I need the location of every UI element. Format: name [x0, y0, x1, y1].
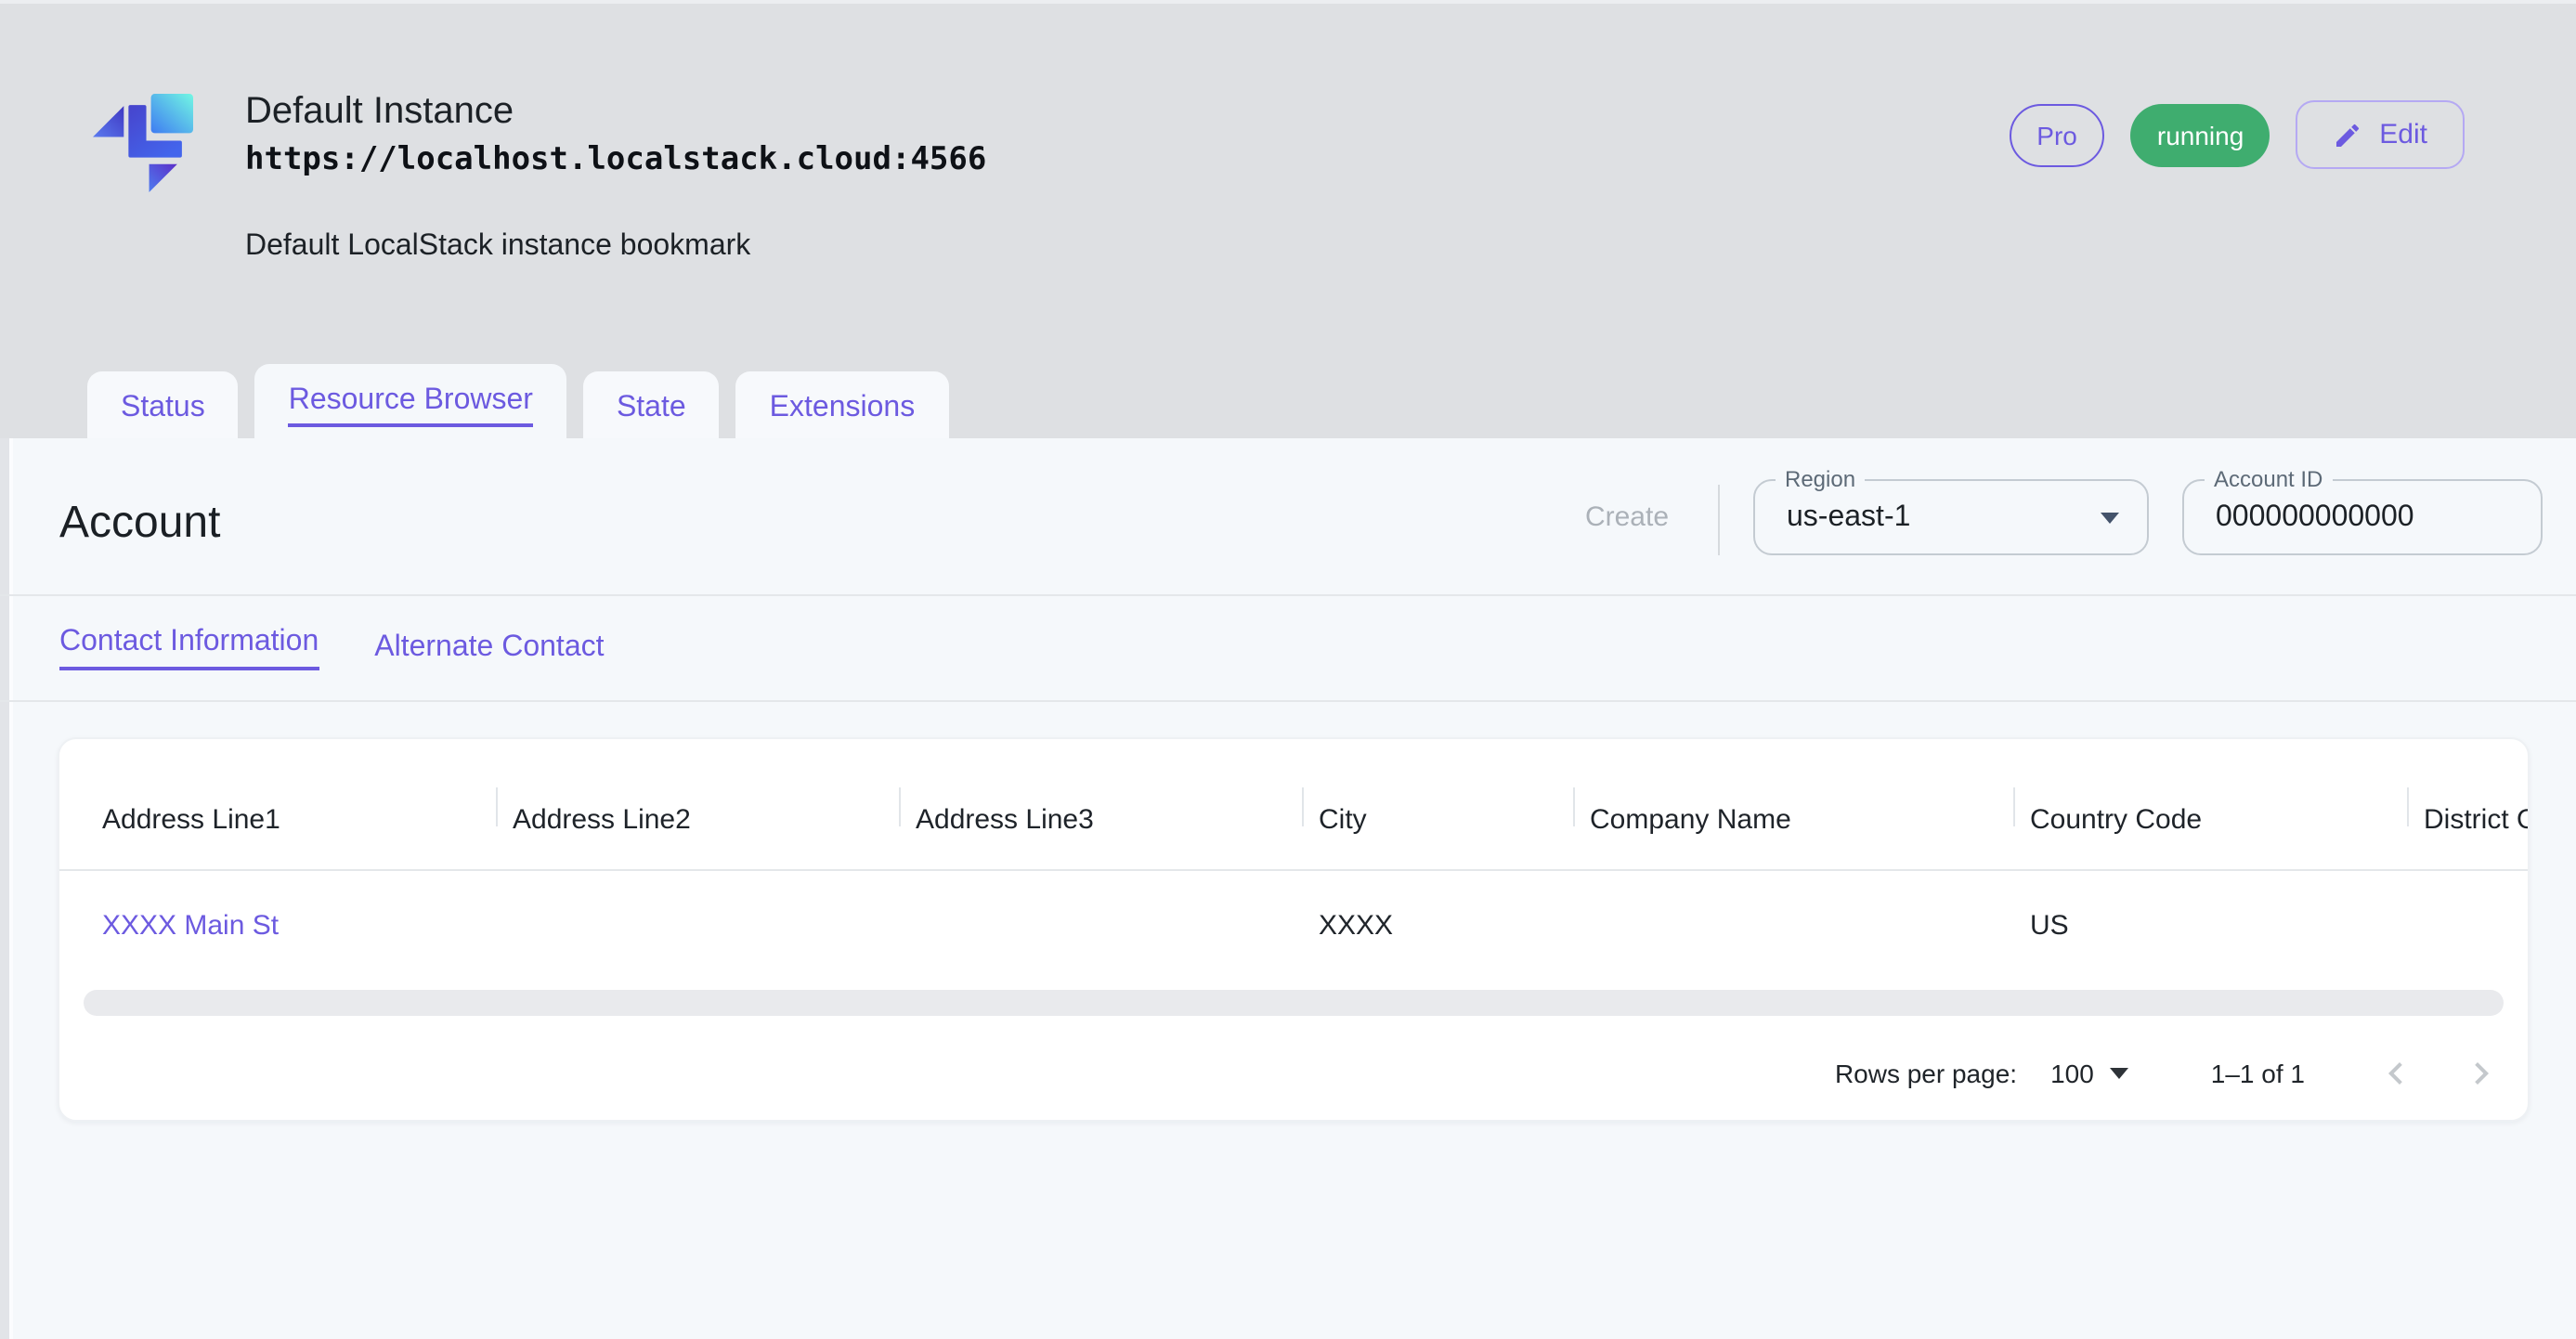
account-id-field-wrap: Account ID [2182, 479, 2543, 555]
cell-address-line3 [899, 871, 1302, 979]
pro-badge: Pro [2009, 103, 2105, 166]
rows-per-page-select[interactable]: 100 [2050, 1058, 2129, 1087]
column-header-address-line2[interactable]: Address Line2 [496, 739, 899, 869]
horizontal-scrollbar[interactable] [84, 990, 2504, 1016]
column-header-city[interactable]: City [1302, 739, 1573, 869]
previous-page-button[interactable] [2364, 1041, 2427, 1104]
column-header-country-code[interactable]: Country Code [2013, 739, 2407, 869]
pagination-range-label: 1–1 of 1 [2211, 1058, 2305, 1087]
subtab-alternate-contact[interactable]: Alternate Contact [374, 631, 604, 665]
chevron-right-icon [2459, 1050, 2504, 1095]
header-actions: Pro running Edit [2009, 100, 2465, 169]
tab-extensions[interactable]: Extensions [736, 371, 949, 446]
pencil-icon [2333, 120, 2362, 150]
rows-per-page-value: 100 [2050, 1058, 2094, 1087]
subtab-contact-information[interactable]: Contact Information [59, 626, 319, 670]
edit-button[interactable]: Edit [2296, 100, 2465, 169]
chevron-left-icon [2374, 1050, 2418, 1095]
resource-subtabs: Contact Information Alternate Contact [0, 596, 2576, 702]
instance-url: https://localhost.localstack.cloud:4566 [245, 137, 986, 182]
account-id-input[interactable] [2216, 500, 2541, 534]
column-header-company-name[interactable]: Company Name [1573, 739, 2013, 869]
main-tabs: Status Resource Browser State Extensions [87, 364, 948, 446]
pagination-bar: Rows per page: 100 1–1 of 1 [59, 1025, 2528, 1120]
cell-address-line1-link[interactable]: XXXX Main St [102, 909, 279, 941]
instance-header: Default Instance https://localhost.local… [93, 89, 986, 264]
data-table-card: Address Line1 Address Line2 Address Line… [58, 737, 2530, 1122]
create-button[interactable]: Create [1569, 501, 1685, 533]
localstack-logo-icon [93, 93, 193, 193]
region-select[interactable]: Region us-east-1 [1753, 479, 2149, 555]
cell-company-name [1573, 871, 2013, 979]
column-header-address-line1[interactable]: Address Line1 [59, 739, 496, 869]
cell-country-code: US [2013, 871, 2407, 979]
caret-down-icon [2111, 1067, 2129, 1078]
tab-status-label: Status [121, 392, 205, 425]
tab-extensions-label: Extensions [770, 392, 916, 425]
cell-district [2407, 871, 2528, 979]
table-row[interactable]: XXXX Main St XXXX US [59, 871, 2528, 979]
instance-description: Default LocalStack instance bookmark [245, 230, 986, 264]
tab-state[interactable]: State [583, 371, 720, 446]
toolbar-divider [1718, 485, 1720, 555]
resource-toolbar: Account Create Region us-east-1 Account … [0, 438, 2576, 596]
tab-status[interactable]: Status [87, 371, 239, 446]
resource-browser-panel: Account Create Region us-east-1 Account … [0, 438, 2576, 1339]
rows-per-page-label: Rows per page: [1835, 1058, 2017, 1087]
instance-title: Default Instance [245, 89, 986, 134]
status-badge: running [2131, 103, 2270, 166]
region-select-label: Region [1776, 466, 1865, 494]
cell-address-line2 [496, 871, 899, 979]
column-header-address-line3[interactable]: Address Line3 [899, 739, 1302, 869]
tab-resource-browser[interactable]: Resource Browser [255, 364, 566, 446]
tab-state-label: State [617, 392, 686, 425]
edit-button-label: Edit [2379, 119, 2427, 150]
cell-city: XXXX [1302, 871, 1573, 979]
app-window: Default Instance https://localhost.local… [0, 0, 2576, 1339]
column-header-district[interactable]: District Or [2407, 739, 2528, 869]
region-select-value: us-east-1 [1787, 500, 1910, 534]
caret-down-icon [2101, 513, 2119, 524]
account-id-label: Account ID [2205, 466, 2332, 494]
next-page-button[interactable] [2450, 1041, 2513, 1104]
table-header-row: Address Line1 Address Line2 Address Line… [59, 739, 2528, 871]
tab-resource-browser-label: Resource Browser [289, 384, 533, 426]
page-title: Account [59, 498, 220, 550]
